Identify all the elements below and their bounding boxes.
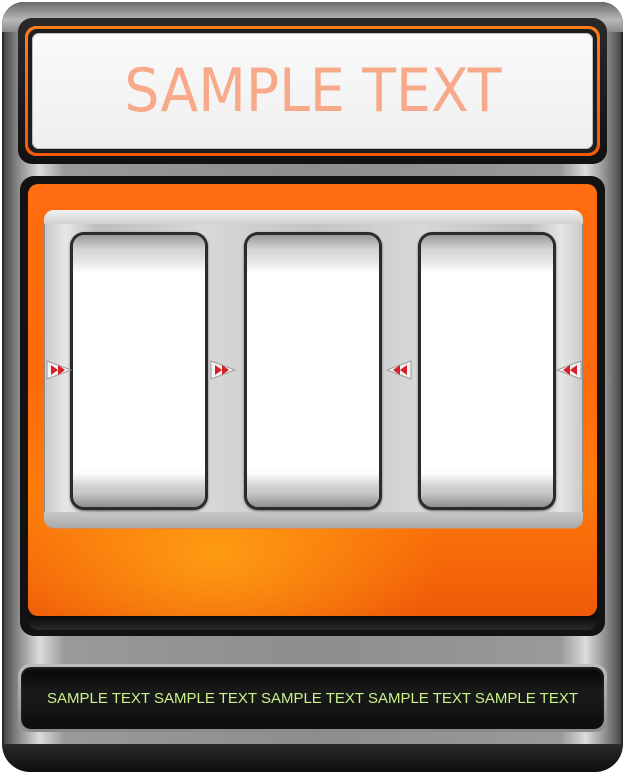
ticker-frame: SAMPLE TEXT SAMPLE TEXT SAMPLE TEXT SAMP… <box>18 664 607 732</box>
machine-base <box>2 744 623 772</box>
top-sign-border: SAMPLE TEXT <box>25 26 600 156</box>
top-sign: SAMPLE TEXT <box>18 18 607 164</box>
left-pointing-double-arrow-icon <box>386 360 412 380</box>
reel-left[interactable] <box>70 232 208 510</box>
reel-left-window <box>73 235 205 507</box>
main-panel-lip <box>28 616 597 630</box>
left-pointing-double-arrow-icon <box>556 360 582 380</box>
ticker-display: SAMPLE TEXT SAMPLE TEXT SAMPLE TEXT SAMP… <box>21 667 604 729</box>
top-sign-inner-rim: SAMPLE TEXT <box>28 29 597 153</box>
top-sign-panel: SAMPLE TEXT <box>32 33 593 149</box>
reel-housing-bottom <box>44 512 583 528</box>
reel-right-window <box>421 235 553 507</box>
ticker-text: SAMPLE TEXT SAMPLE TEXT SAMPLE TEXT SAMP… <box>46 689 579 707</box>
right-pointing-double-arrow-icon <box>46 360 72 380</box>
reel-right[interactable] <box>418 232 556 510</box>
right-pointing-double-arrow-icon <box>210 360 236 380</box>
reel-housing-top <box>44 210 583 224</box>
reel-middle[interactable] <box>244 232 382 510</box>
sign-title: SAMPLE TEXT <box>123 56 502 126</box>
reel-middle-window <box>247 235 379 507</box>
